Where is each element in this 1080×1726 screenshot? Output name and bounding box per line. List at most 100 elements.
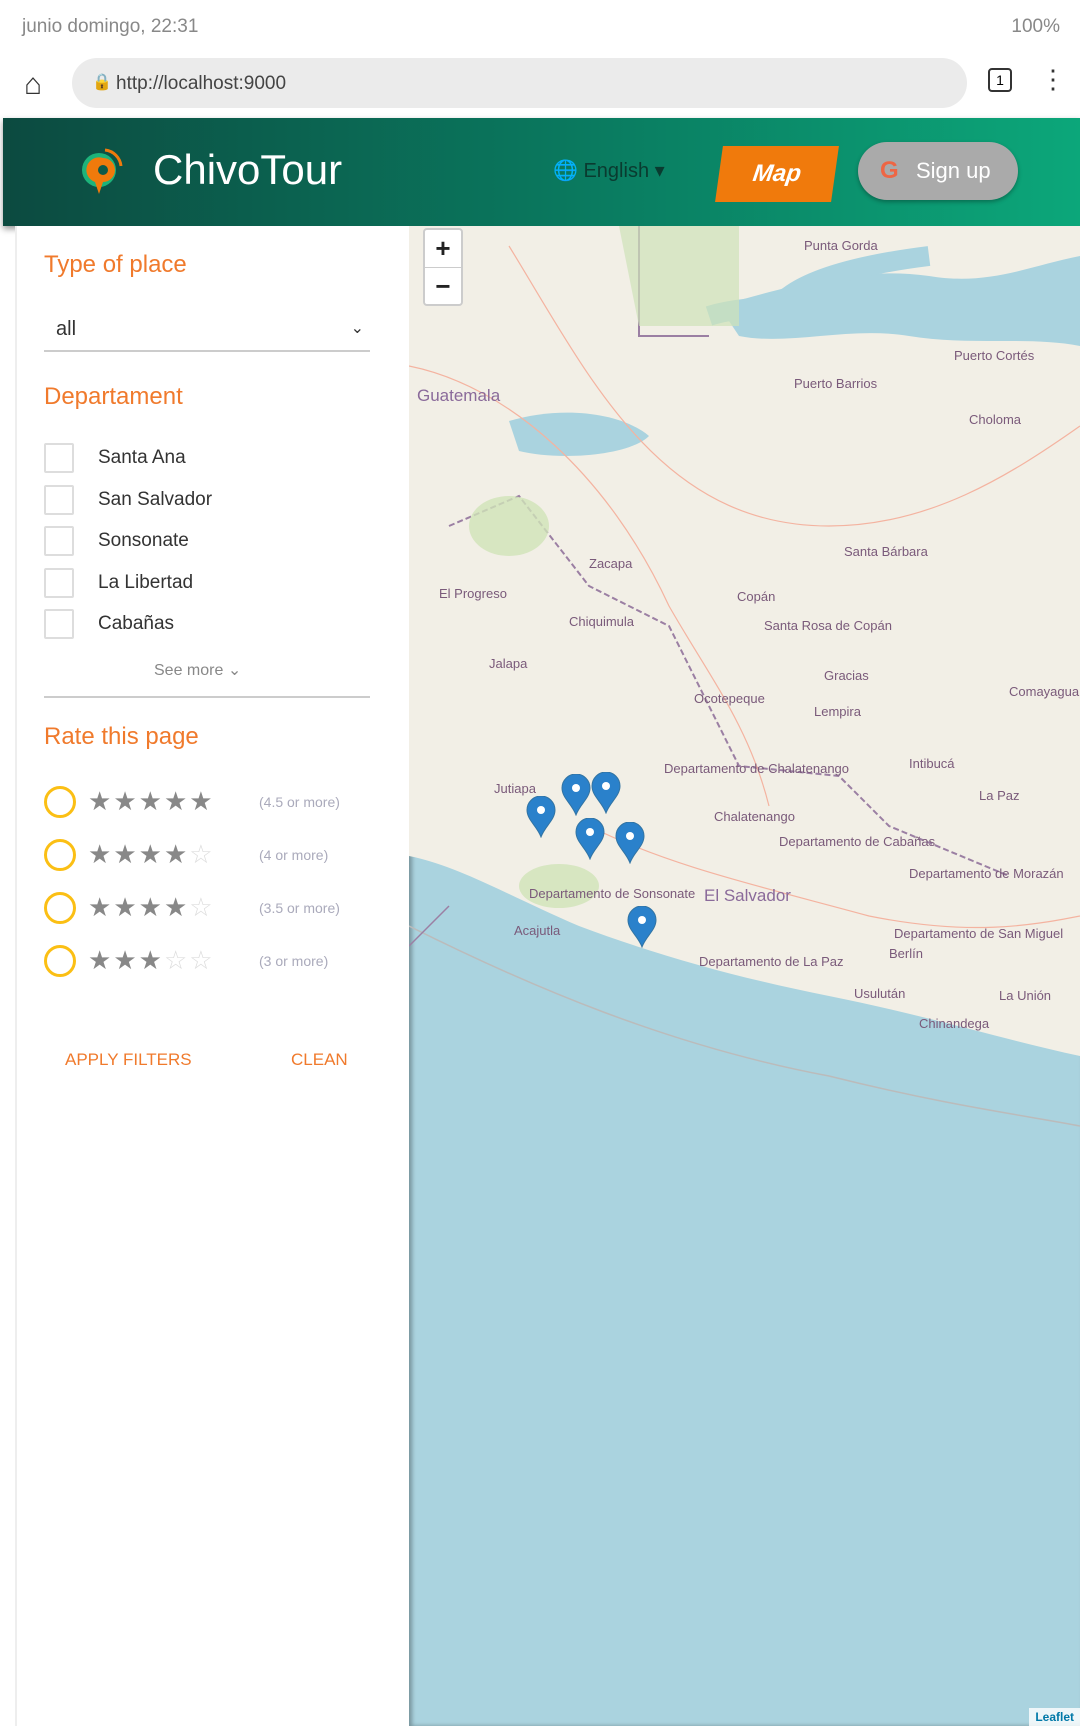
- star-half-icon: ★: [189, 786, 215, 816]
- status-time: junio domingo, 22:31: [22, 16, 199, 37]
- map-place-label: Chinandega: [919, 1016, 990, 1031]
- star-filled-icon: ★: [113, 892, 139, 922]
- rating-option[interactable]: ★★★★☆ (3.5 or more): [44, 892, 374, 926]
- caret-down-icon: ▾: [654, 160, 665, 182]
- checkbox[interactable]: [44, 568, 74, 598]
- map-marker-icon[interactable]: [561, 773, 591, 817]
- address-bar[interactable]: 🔒 http://localhost:9000: [72, 58, 967, 108]
- checkbox-label: Sonsonate: [98, 530, 189, 551]
- url-text: http://localhost:9000: [116, 73, 287, 94]
- map-place-label: Departamento de La Paz: [699, 954, 844, 969]
- signup-button[interactable]: G Sign up: [858, 142, 1018, 200]
- star-filled-icon: ★: [138, 839, 164, 869]
- star-rating: ★★★☆☆: [88, 945, 215, 976]
- chevron-down-icon: ⌄: [350, 320, 364, 337]
- apply-filters-button[interactable]: APPLY FILTERS: [65, 1050, 192, 1070]
- map-place-label: El Progreso: [439, 586, 507, 601]
- status-battery: 100%: [1011, 16, 1060, 37]
- star-filled-icon: ★: [88, 892, 114, 922]
- star-rating: ★★★★☆: [88, 839, 215, 870]
- map-marker-icon[interactable]: [627, 905, 657, 949]
- star-filled-icon: ★: [88, 786, 114, 816]
- map-place-label: Zacapa: [589, 556, 633, 571]
- star-filled-icon: ★: [138, 786, 164, 816]
- map-marker-icon[interactable]: [526, 795, 556, 839]
- checkbox-label: La Libertad: [98, 572, 194, 593]
- star-filled-icon: ★: [88, 839, 114, 869]
- map-place-label: La Paz: [979, 788, 1020, 803]
- home-icon[interactable]: ⌂: [24, 68, 42, 102]
- type-value: all: [56, 318, 77, 340]
- star-filled-icon: ★: [138, 945, 164, 975]
- type-select[interactable]: all ⌄: [44, 310, 370, 352]
- radio-button[interactable]: [44, 839, 76, 871]
- map-marker-icon[interactable]: [575, 817, 605, 861]
- radio-button[interactable]: [44, 945, 76, 977]
- radio-button[interactable]: [44, 892, 76, 924]
- rate-title: Rate this page: [44, 723, 199, 750]
- see-more-link[interactable]: See more ⌄: [154, 660, 241, 680]
- rating-label: (3.5 or more): [259, 900, 340, 916]
- zoom-out-button[interactable]: −: [425, 268, 461, 306]
- map-place-label: Ocotepeque: [694, 691, 765, 706]
- map-place-label: Jutiapa: [494, 781, 536, 796]
- star-empty-icon: ☆: [189, 839, 215, 869]
- map-place-label: Puerto Cortés: [954, 348, 1035, 363]
- map-place-label: Intibucá: [909, 756, 955, 771]
- checkbox-label: Santa Ana: [98, 447, 186, 468]
- browser-toolbar: ⌂ 🔒 http://localhost:9000 1 ⋮: [0, 56, 1080, 116]
- map-place-label: Jalapa: [489, 656, 528, 671]
- checkbox[interactable]: [44, 609, 74, 639]
- star-filled-icon: ★: [138, 892, 164, 922]
- map-place-label: Departamento de Cabañas: [779, 834, 936, 849]
- map-view[interactable]: + − Guatemala Puerto Barrios Punta Gorda Pue…: [409, 226, 1080, 1726]
- map-place-label: Lempira: [814, 704, 861, 719]
- zoom-in-button[interactable]: +: [425, 230, 461, 268]
- map-place-label: Departamento de Morazán: [909, 866, 1064, 881]
- more-menu-icon[interactable]: ⋮: [1040, 64, 1066, 95]
- map-place-label: Departamento de Sonsonate: [529, 886, 696, 901]
- type-title: Type of place: [44, 251, 187, 278]
- rating-option[interactable]: ★★★★☆ (4 or more): [44, 839, 374, 873]
- star-filled-icon: ★: [113, 945, 139, 975]
- brand-name[interactable]: ChivoTour: [153, 146, 342, 194]
- star-filled-icon: ★: [88, 945, 114, 975]
- chevron-down-icon: ⌄: [227, 662, 242, 679]
- map-place-label: Comayagua: [1009, 684, 1080, 699]
- star-rating: ★★★★☆: [88, 892, 215, 923]
- map-place-label: Gracias: [824, 668, 869, 683]
- checkbox[interactable]: [44, 526, 74, 556]
- star-empty-icon: ☆: [163, 945, 190, 975]
- map-place-label: La Unión: [999, 988, 1052, 1003]
- map-place-label: Usulután: [854, 986, 906, 1001]
- map-marker-icon[interactable]: [591, 771, 621, 815]
- zoom-control: + −: [423, 228, 463, 306]
- star-empty-icon: ☆: [189, 945, 215, 975]
- status-bar: junio domingo, 22:31 100%: [0, 0, 1080, 54]
- map-place-label: Chalatenango: [714, 809, 795, 824]
- map-button[interactable]: Map: [715, 146, 839, 202]
- rating-option[interactable]: ★★★☆☆ (3 or more): [44, 945, 374, 979]
- rating-option[interactable]: ★★★★★ (4.5 or more): [44, 786, 374, 820]
- clean-button[interactable]: CLEAN: [291, 1050, 348, 1070]
- tabs-button[interactable]: 1: [988, 68, 1012, 92]
- map-place-label: Departamento de San Miguel: [894, 926, 1064, 941]
- checkbox[interactable]: [44, 485, 74, 515]
- checkbox[interactable]: [44, 443, 74, 473]
- lock-icon: 🔒: [92, 74, 112, 91]
- star-filled-icon: ★: [113, 839, 139, 869]
- map-marker-icon[interactable]: [615, 821, 645, 865]
- star-half-icon: ★: [163, 892, 190, 922]
- rating-label: (3 or more): [259, 953, 329, 969]
- map-place-label: Punta Gorda: [804, 238, 878, 253]
- logo-icon: [82, 148, 123, 194]
- checkbox-label: Cabañas: [98, 613, 175, 634]
- language-select[interactable]: 🌐 English ▾: [553, 158, 665, 183]
- leaflet-attribution[interactable]: Leaflet: [1029, 1708, 1080, 1726]
- map-place-label: Departamento de Chalatenango: [664, 761, 850, 776]
- map-place-label: Berlín: [889, 946, 923, 961]
- star-filled-icon: ★: [113, 786, 139, 816]
- signup-label: Sign up: [916, 158, 991, 183]
- app-header: ChivoTour 🌐 English ▾ Map G Sign up: [3, 118, 1080, 226]
- radio-button[interactable]: [44, 786, 76, 818]
